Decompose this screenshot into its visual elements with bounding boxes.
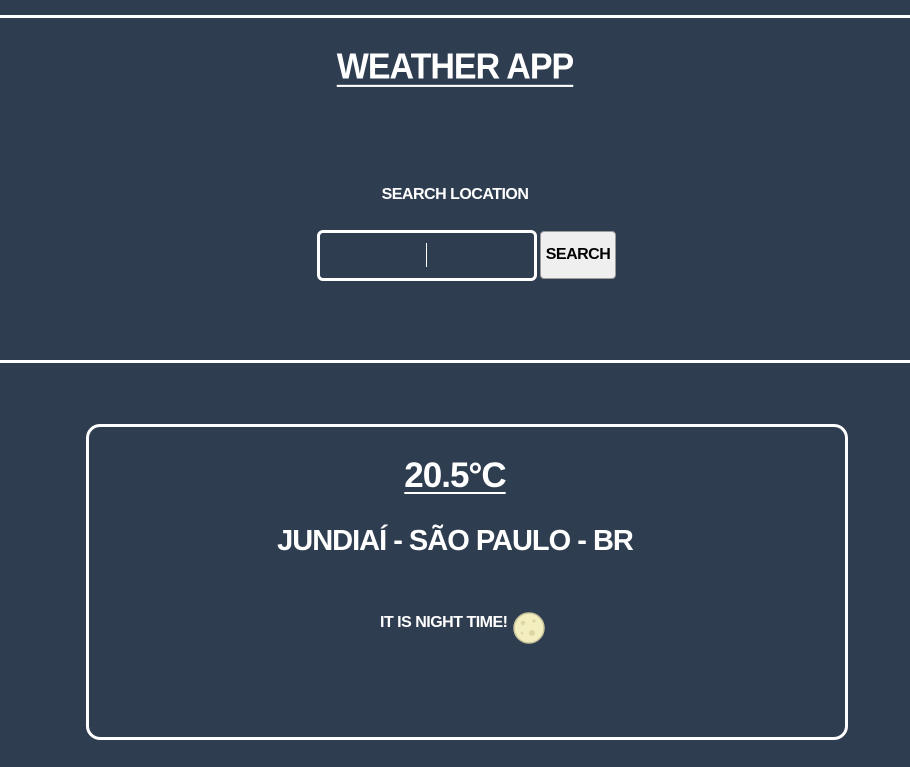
search-location-label: SEARCH LOCATION	[381, 186, 529, 203]
section-divider	[0, 360, 910, 363]
temperature-display: 20.5°C	[404, 456, 506, 495]
text-caret	[426, 243, 427, 267]
app-title: WEATHER APP	[336, 47, 574, 87]
search-input[interactable]	[317, 230, 537, 281]
moon-icon	[513, 612, 545, 644]
top-divider	[0, 15, 910, 18]
time-of-day-text: IT IS NIGHT TIME!	[380, 614, 508, 631]
search-button[interactable]: SEARCH	[540, 231, 616, 279]
weather-app-page: WEATHER APP SEARCH LOCATION SEARCH 20.5°…	[0, 0, 910, 767]
location-display: JUNDIAÍ - SÃO PAULO - BR	[277, 525, 634, 557]
